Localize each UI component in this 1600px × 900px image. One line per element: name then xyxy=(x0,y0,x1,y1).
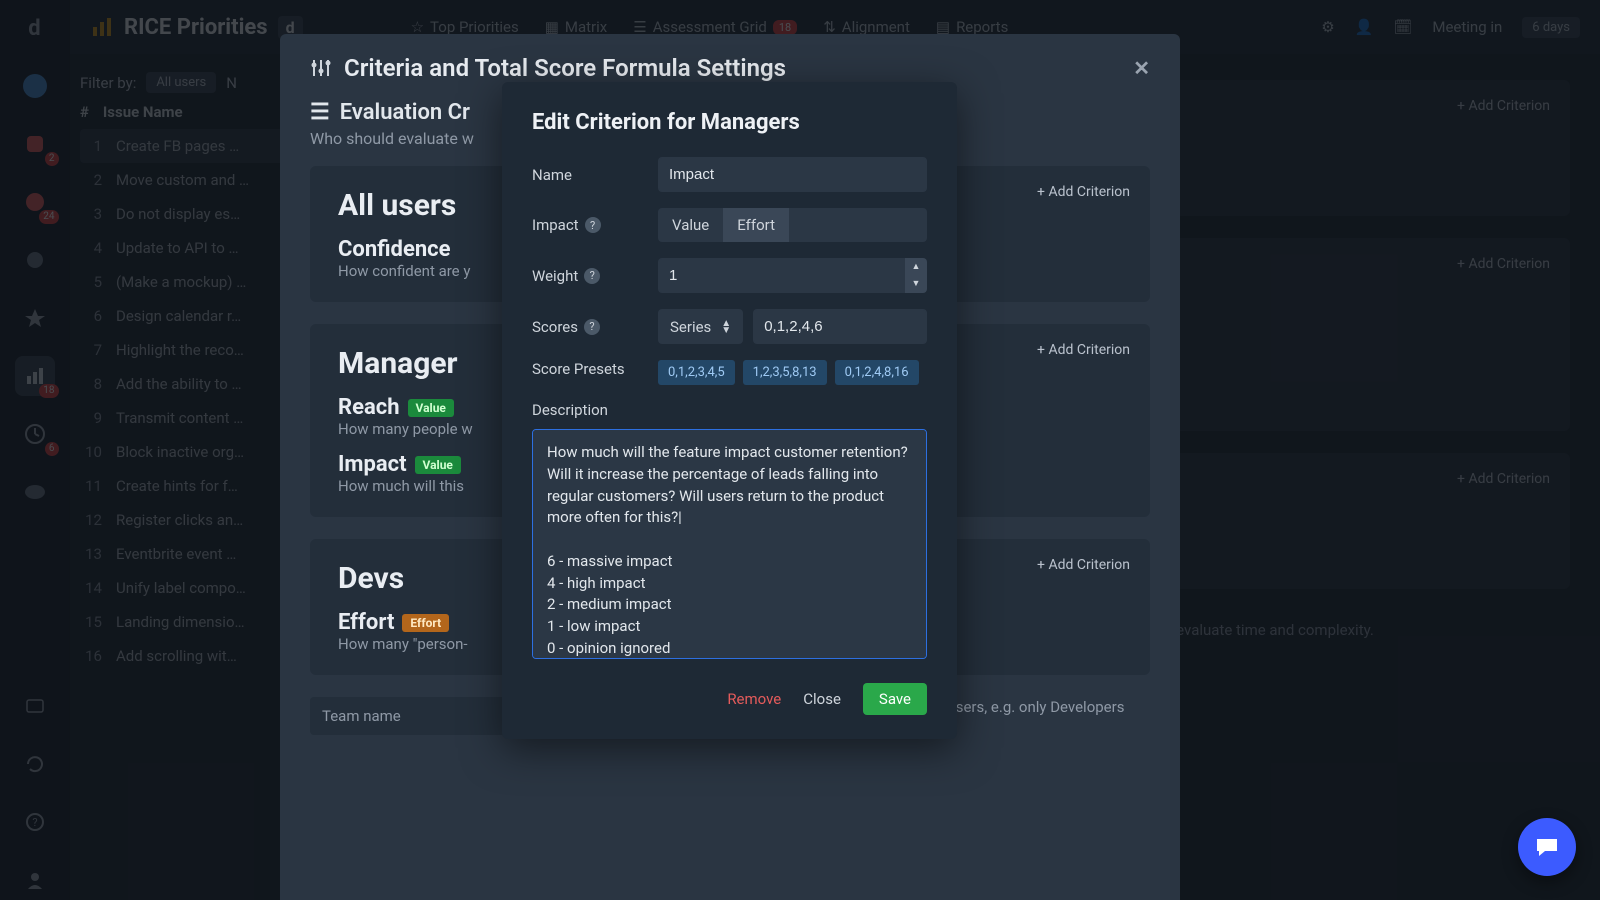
scores-label: Scores? xyxy=(532,318,658,336)
name-input[interactable] xyxy=(658,157,927,192)
impact-effort-option[interactable]: Effort xyxy=(723,208,789,242)
add-criterion-button[interactable]: + Add Criterion xyxy=(1037,184,1130,200)
weight-input[interactable] xyxy=(658,258,905,293)
team-placeholder: Team name xyxy=(322,707,401,725)
modal-title: Criteria and Total Score Formula Setting… xyxy=(344,54,786,82)
weight-up[interactable]: ▲ xyxy=(905,258,927,275)
scores-input[interactable] xyxy=(753,309,927,344)
remove-button[interactable]: Remove xyxy=(727,690,781,708)
description-textarea[interactable] xyxy=(532,429,927,659)
preset-chip[interactable]: 1,2,3,5,8,13 xyxy=(743,360,827,385)
effort-tag: Effort xyxy=(402,614,449,632)
edit-criterion-dialog: Edit Criterion for Managers Name Impact?… xyxy=(502,82,957,739)
help-icon[interactable]: ? xyxy=(584,268,600,284)
impact-value-option[interactable]: Value xyxy=(658,208,723,242)
series-select[interactable]: Series ▲▼ xyxy=(658,309,743,344)
preset-chip[interactable]: 0,1,2,4,8,16 xyxy=(835,360,919,385)
add-criterion-button[interactable]: + Add Criterion xyxy=(1037,342,1130,358)
sliders-icon: ☰ xyxy=(310,100,330,125)
chat-icon xyxy=(1533,833,1561,861)
close-button[interactable]: Close xyxy=(803,690,841,708)
name-label: Name xyxy=(532,166,658,184)
close-icon[interactable]: ✕ xyxy=(1133,56,1150,80)
impact-toggle: Value Effort xyxy=(658,208,927,242)
weight-down[interactable]: ▼ xyxy=(905,275,927,292)
help-icon[interactable]: ? xyxy=(584,319,600,335)
preset-chip[interactable]: 0,1,2,3,4,5 xyxy=(658,360,735,385)
description-label: Description xyxy=(532,401,927,419)
value-tag: Value xyxy=(408,399,454,417)
chevron-updown-icon: ▲▼ xyxy=(721,320,731,334)
weight-label: Weight? xyxy=(532,267,658,285)
help-icon[interactable]: ? xyxy=(585,217,601,233)
impact-label: Impact? xyxy=(532,216,658,234)
save-button[interactable]: Save xyxy=(863,683,927,715)
presets-label: Score Presets xyxy=(532,360,658,378)
dialog-title: Edit Criterion for Managers xyxy=(532,110,927,135)
series-label: Series xyxy=(670,318,711,336)
sliders-icon xyxy=(310,57,332,79)
value-tag: Value xyxy=(415,456,461,474)
add-criterion-button[interactable]: + Add Criterion xyxy=(1037,557,1130,573)
chat-fab[interactable] xyxy=(1518,818,1576,876)
